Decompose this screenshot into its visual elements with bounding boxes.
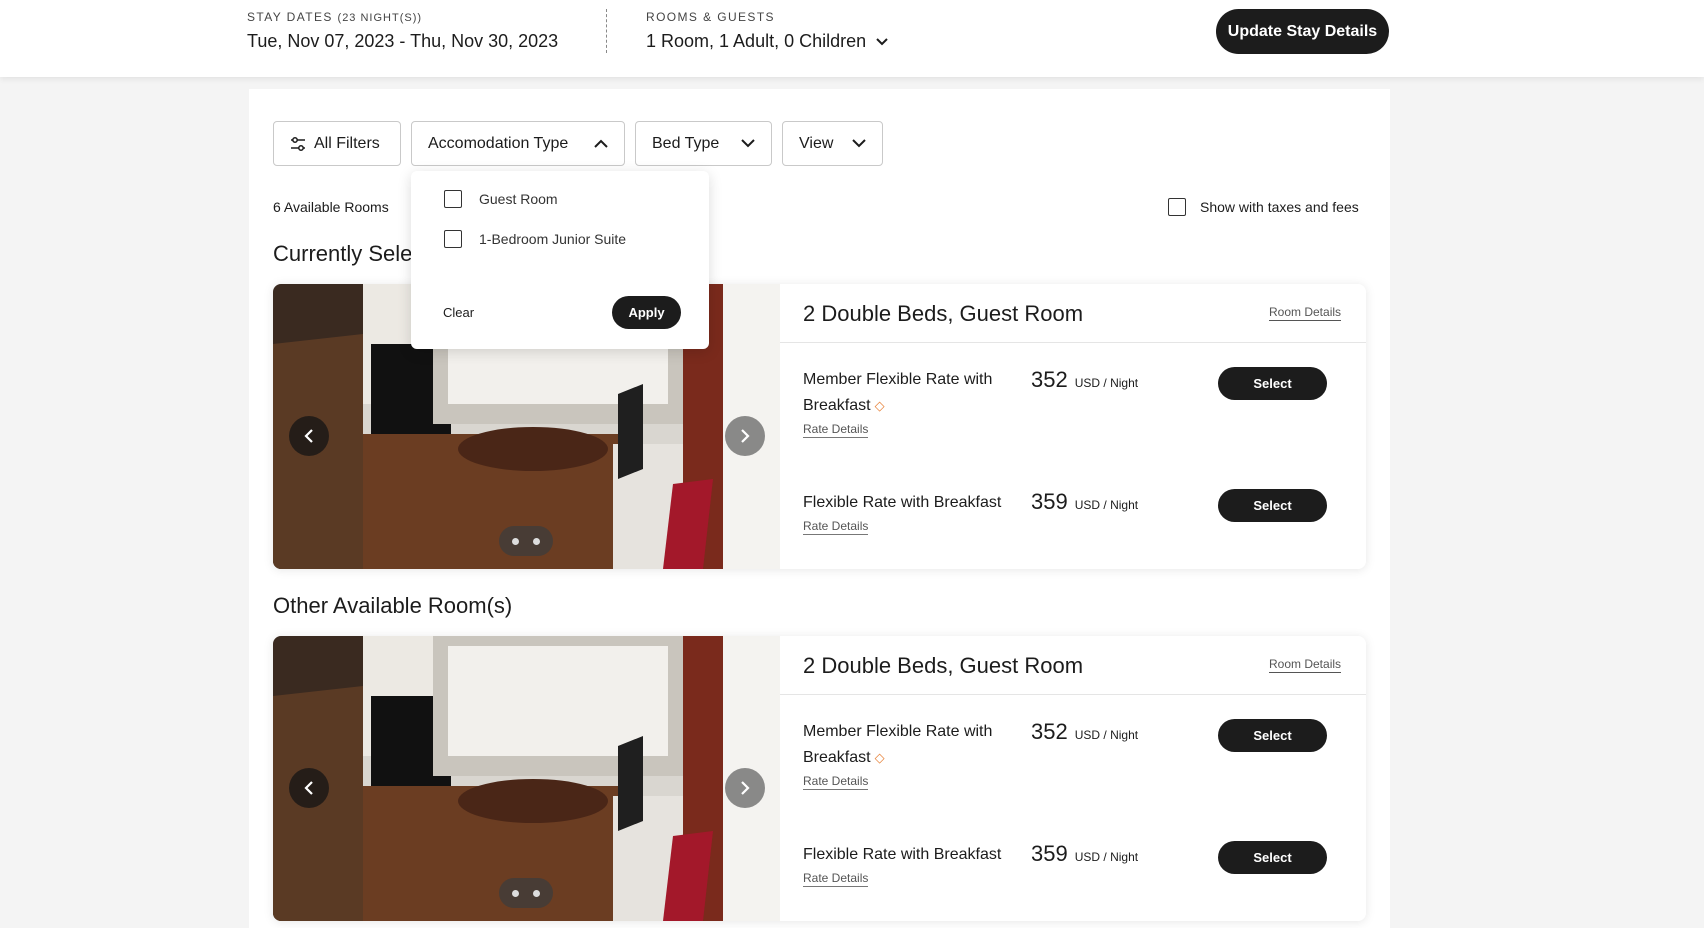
prev-photo-button[interactable] [289,416,329,456]
price-amount: 359 [1031,489,1068,514]
photo-dot[interactable] [533,889,540,897]
option-checkbox[interactable] [444,190,462,208]
chevron-up-icon [594,139,608,148]
other-rooms-heading: Other Available Room(s) [273,593,513,618]
card-divider [780,342,1366,343]
accommodation-type-filter[interactable]: Accomodation Type [411,121,625,166]
show-taxes-toggle[interactable]: Show with taxes and fees [1168,198,1359,216]
dropdown-apply-button[interactable]: Apply [612,296,681,329]
price-unit: USD / Night [1074,850,1139,864]
available-rooms-count: 6 Available Rooms [273,199,389,215]
stay-dates-value[interactable]: Tue, Nov 07, 2023 - Thu, Nov 30, 2023 [247,31,558,52]
select-rate-button[interactable]: Select [1218,367,1327,400]
chevron-down-icon[interactable] [876,37,888,46]
filter-sliders-icon [291,136,305,151]
card-divider [780,694,1366,695]
chevron-right-icon [741,429,750,443]
chevron-left-icon [304,781,313,795]
stay-dates-label: Stay Dates [247,10,333,24]
update-stay-details-button[interactable]: Update Stay Details [1216,9,1389,54]
view-filter[interactable]: View [782,121,883,166]
price-unit: USD / Night [1074,376,1139,390]
rate-name: Flexible Rate with Breakfast [803,494,1002,511]
stay-nights-label: (23 Night(s)) [337,12,423,24]
select-rate-button[interactable]: Select [1218,841,1327,874]
next-photo-button[interactable] [725,768,765,808]
option-checkbox[interactable] [444,230,462,248]
photo-dot[interactable] [533,537,540,545]
prev-photo-button[interactable] [289,768,329,808]
dropdown-option-guest-room[interactable]: Guest Room [444,190,558,208]
dropdown-option-junior-suite[interactable]: 1-Bedroom Junior Suite [444,230,626,248]
rooms-guests-label: Rooms & Guests [646,10,775,24]
rate-name: Member Flexible Rate with Breakfast ◇ [803,719,1013,771]
rate-price: 352 USD / Night [1031,719,1138,745]
price-amount: 352 [1031,719,1068,744]
rate-name-text: Member Flexible Rate with Breakfast [803,371,993,414]
rate-details-link[interactable]: Rate Details [803,774,869,790]
chevron-down-icon [741,139,755,148]
taxes-checkbox[interactable] [1168,198,1186,216]
select-rate-button[interactable]: Select [1218,489,1327,522]
rate-details-link[interactable]: Rate Details [803,871,869,887]
rooms-guests-section[interactable]: Rooms & Guests 1 Room, 1 Adult, 0 Childr… [646,10,888,52]
bed-type-filter[interactable]: Bed Type [635,121,772,166]
accommodation-type-dropdown: Guest Room 1-Bedroom Junior Suite Clear … [411,171,709,349]
price-unit: USD / Night [1074,498,1139,512]
rate-price: 352 USD / Night [1031,367,1138,393]
dropdown-clear-button[interactable]: Clear [443,305,474,320]
room-details-link[interactable]: Room Details [1269,657,1342,673]
option-label: 1-Bedroom Junior Suite [479,231,627,247]
chevron-down-icon [852,139,866,148]
rooms-guests-value[interactable]: 1 Room, 1 Adult, 0 Children [646,31,866,52]
room-title: 2 Double Beds, Guest Room [803,301,1084,326]
photo-pagination[interactable] [499,526,553,556]
price-amount: 352 [1031,367,1068,392]
header-divider [606,9,607,53]
rate-details-link[interactable]: Rate Details [803,422,869,438]
photo-dot[interactable] [512,889,519,897]
select-rate-button[interactable]: Select [1218,719,1327,752]
chevron-right-icon [741,781,750,795]
option-label: Guest Room [479,191,558,207]
photo-dot[interactable] [512,537,519,545]
next-photo-button[interactable] [725,416,765,456]
all-filters-label: All Filters [314,134,380,152]
stay-dates-section[interactable]: Stay Dates (23 Night(s)) Tue, Nov 07, 20… [247,10,558,52]
price-unit: USD / Night [1074,728,1139,742]
rate-price: 359 USD / Night [1031,489,1138,515]
stay-header: Stay Dates (23 Night(s)) Tue, Nov 07, 20… [0,0,1704,77]
member-tag-icon: ◇ [874,398,885,413]
view-label: View [799,134,834,152]
room-photo [273,636,780,921]
photo-pagination[interactable] [499,878,553,908]
room-details-link[interactable]: Room Details [1269,305,1342,321]
currently-selected-heading: Currently Sele [273,241,413,266]
room-card: 2 Double Beds, Guest Room Room Details M… [273,636,1366,921]
accommodation-type-label: Accomodation Type [428,134,569,152]
taxes-label: Show with taxes and fees [1200,199,1359,215]
price-amount: 359 [1031,841,1068,866]
bed-type-label: Bed Type [652,134,720,152]
rate-name-text: Member Flexible Rate with Breakfast [803,723,993,766]
rate-name: Member Flexible Rate with Breakfast ◇ [803,367,1013,419]
rate-price: 359 USD / Night [1031,841,1138,867]
rate-name: Flexible Rate with Breakfast [803,846,1002,863]
rate-details-link[interactable]: Rate Details [803,519,869,535]
chevron-left-icon [304,429,313,443]
room-title: 2 Double Beds, Guest Room [803,653,1084,678]
member-tag-icon: ◇ [874,750,885,765]
all-filters-button[interactable]: All Filters [273,121,401,166]
